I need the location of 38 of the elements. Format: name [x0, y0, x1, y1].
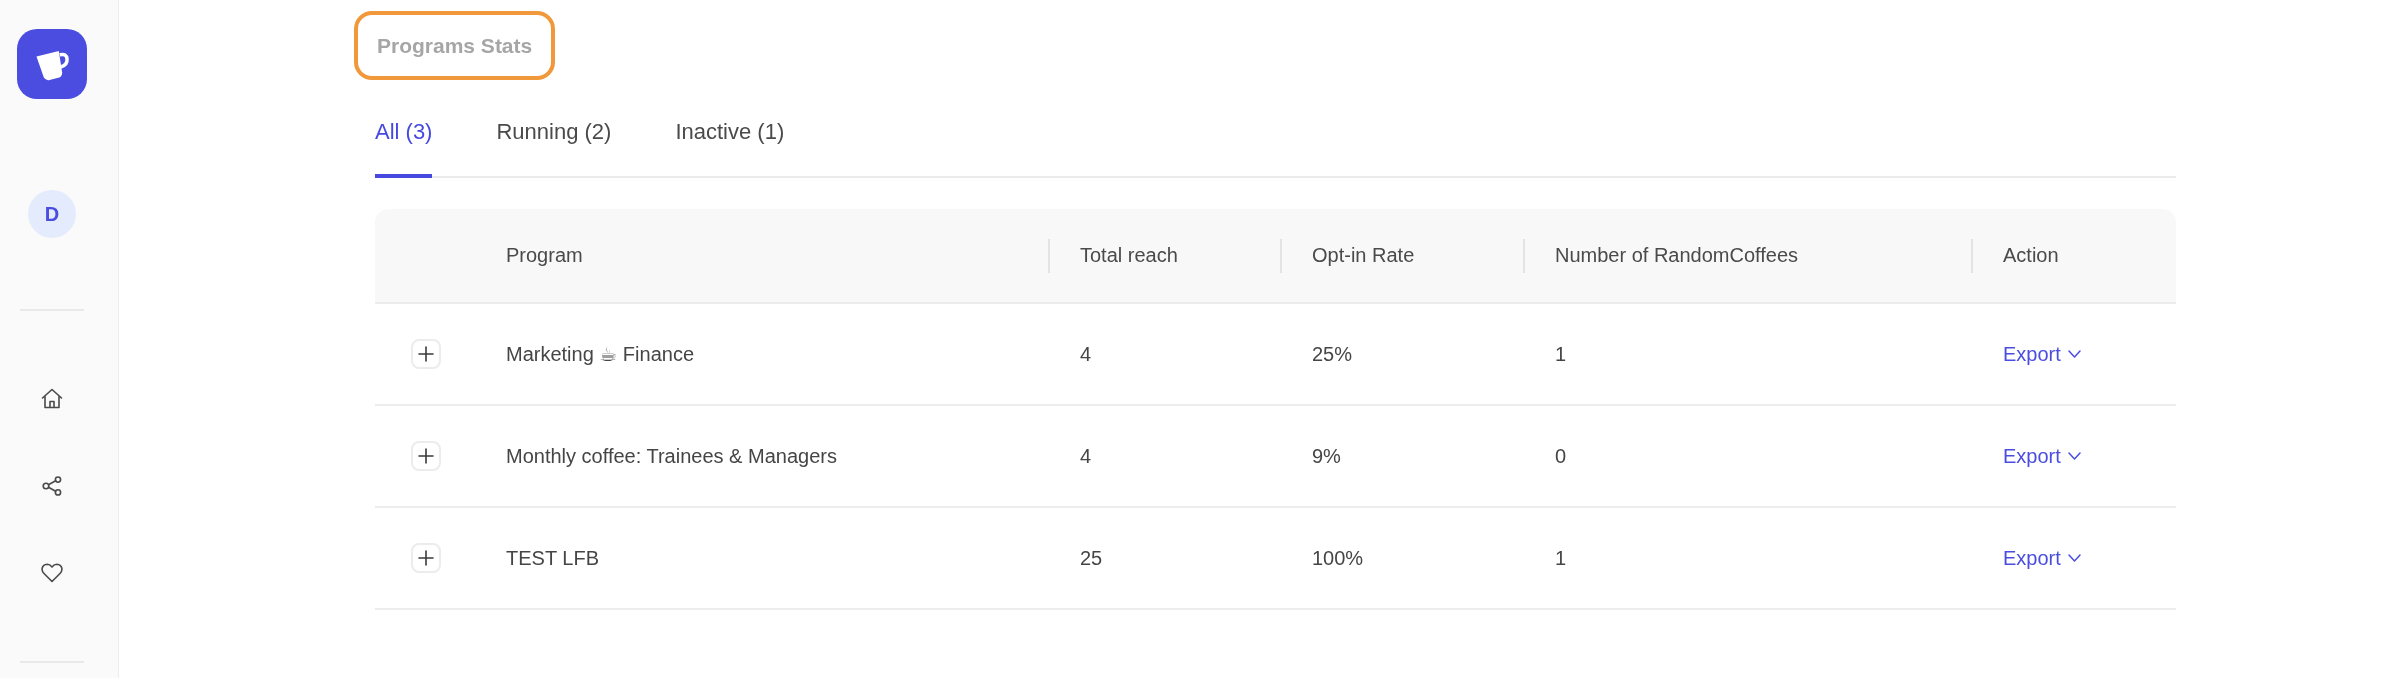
expand-button[interactable] [411, 339, 441, 369]
tab[interactable]: Inactive (1) [675, 104, 785, 178]
column-header: Total reach [1080, 244, 1178, 267]
export-button[interactable]: Export [2003, 546, 2081, 570]
table-cell: TEST LFB [506, 546, 599, 570]
table-cell: 1 [1555, 342, 1567, 366]
chevron-down-icon [2067, 554, 2081, 562]
column-header: Number of RandomCoffees [1555, 244, 1799, 267]
table-cell: 1 [1555, 546, 1567, 570]
tab[interactable]: Running (2) [496, 104, 612, 178]
table-cell: 0 [1555, 444, 1567, 468]
page-title: Programs Stats [354, 11, 556, 80]
export-button[interactable]: Export [2003, 342, 2081, 366]
table-cell: 25 [1080, 546, 1103, 570]
table-cell: Marketing ☕ Finance [506, 342, 694, 366]
chevron-down-icon [2067, 452, 2081, 460]
heart-icon[interactable] [41, 563, 63, 583]
table-cell: 4 [1080, 444, 1092, 468]
table-cell: 25% [1312, 342, 1353, 366]
table-cell: 4 [1080, 342, 1092, 366]
chevron-down-icon [2067, 350, 2081, 358]
plus-icon [418, 346, 434, 362]
table-cell: 100% [1312, 546, 1364, 570]
plus-icon [418, 448, 434, 464]
expand-button[interactable] [411, 543, 441, 573]
tab[interactable]: All (3) [375, 104, 433, 178]
user-avatar[interactable]: D [28, 190, 76, 238]
table-cell: Monthly coffee: Trainees & Managers [506, 444, 837, 468]
column-header: Action [2003, 244, 2059, 267]
home-icon[interactable] [41, 388, 63, 409]
column-header: Program [506, 244, 583, 267]
share-icon[interactable] [42, 476, 62, 496]
export-button[interactable]: Export [2003, 444, 2081, 468]
column-header: Opt-in Rate [1312, 244, 1415, 267]
table-cell: 9% [1312, 444, 1341, 468]
mug-logo-icon[interactable] [17, 29, 87, 99]
expand-button[interactable] [411, 441, 441, 471]
plus-icon [418, 550, 434, 566]
